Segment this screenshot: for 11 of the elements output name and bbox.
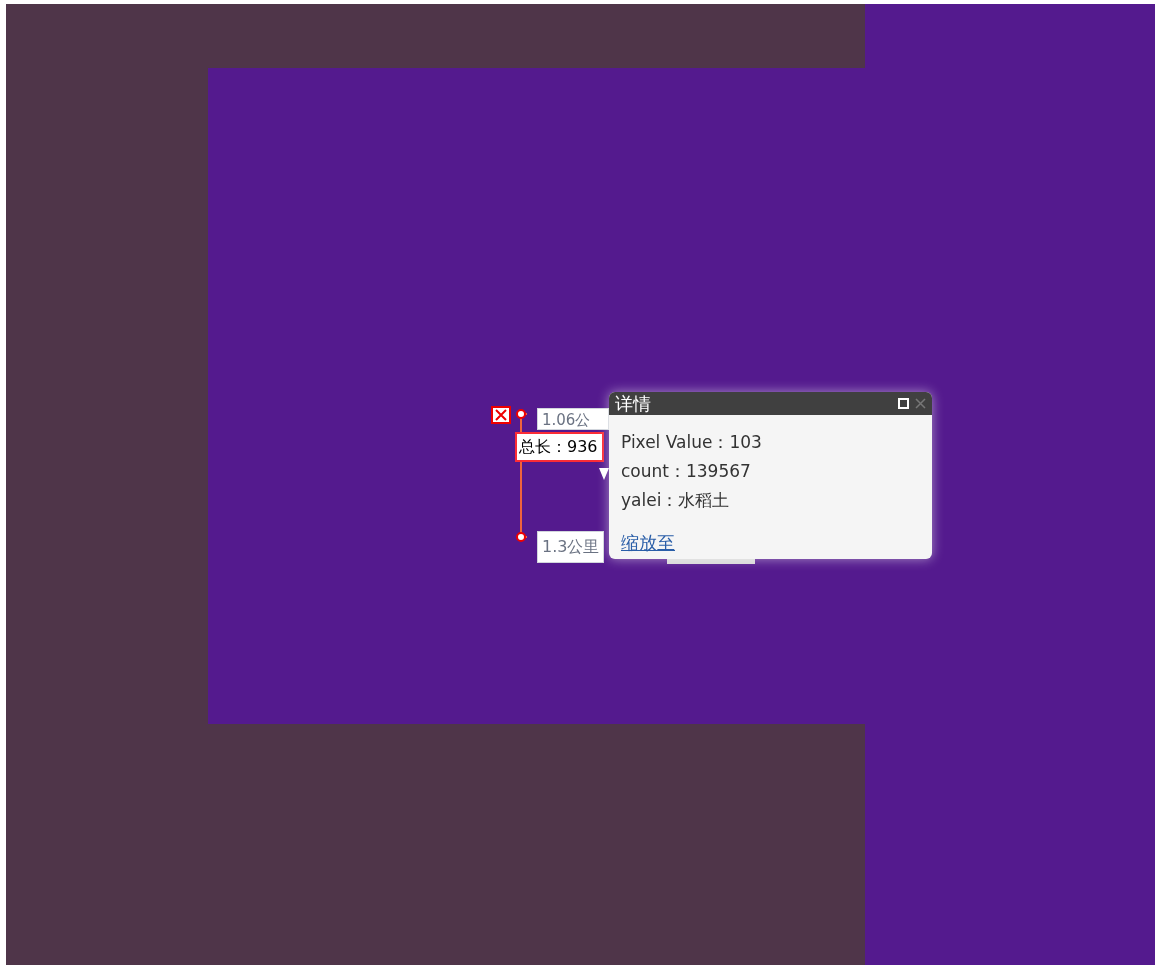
- close-icon[interactable]: [915, 398, 926, 409]
- delete-icon[interactable]: [491, 406, 511, 424]
- attribute-text: Pixel Value：103: [621, 431, 762, 454]
- attribute-text: count：139567: [621, 460, 751, 483]
- distance-label: 1.06公: [542, 410, 591, 429]
- attribute-text: yalei：水稻土: [621, 489, 730, 512]
- zoom-to-link[interactable]: 缩放至: [621, 529, 675, 556]
- total-length-label: 总长：936: [515, 432, 604, 462]
- maximize-icon[interactable]: [898, 398, 909, 409]
- distance-label: 1.3公里: [537, 531, 605, 563]
- popup-title: 详情: [615, 392, 651, 415]
